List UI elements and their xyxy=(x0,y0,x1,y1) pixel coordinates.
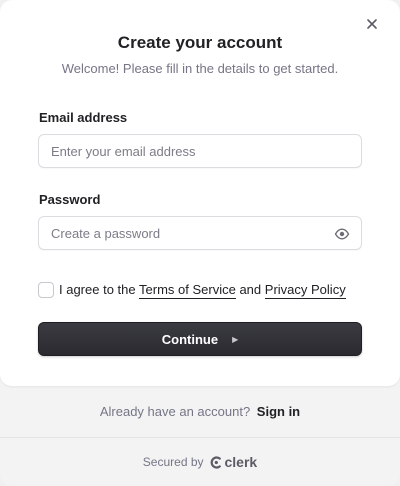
eye-icon-glyph xyxy=(334,228,350,240)
privacy-policy-link[interactable]: Privacy Policy xyxy=(264,282,346,299)
signin-prompt-text: Already have an account? xyxy=(99,404,251,419)
signup-modal: Create your account Welcome! Please fill… xyxy=(0,0,400,486)
email-field[interactable] xyxy=(38,134,362,168)
terms-checkbox[interactable] xyxy=(38,282,54,298)
password-field[interactable] xyxy=(38,216,362,250)
terms-joiner: and xyxy=(239,282,262,297)
terms-prefix: I agree to the xyxy=(59,282,136,297)
password-label: Password xyxy=(39,192,101,207)
terms-of-service-link[interactable]: Terms of Service xyxy=(139,282,236,299)
secured-by-text: Secured by xyxy=(142,455,204,469)
clerk-wordmark: clerk xyxy=(224,454,258,470)
terms-agreement: I agree to the Terms of Service and Priv… xyxy=(59,282,346,299)
close-icon[interactable] xyxy=(364,18,380,34)
page-title: Create your account xyxy=(117,33,283,52)
clerk-logo-icon xyxy=(210,455,221,469)
clerk-logo[interactable]: clerk xyxy=(210,454,258,470)
signup-card: Create your account Welcome! Please fill… xyxy=(0,0,400,386)
continue-button[interactable]: Continue ▶ xyxy=(38,322,362,356)
continue-label: Continue xyxy=(161,331,219,347)
email-label: Email address xyxy=(39,110,128,125)
page-subtitle: Welcome! Please fill in the details to g… xyxy=(61,61,339,76)
signin-prompt: Already have an account? Sign in xyxy=(0,404,400,419)
footer-divider xyxy=(0,437,400,438)
sign-in-link[interactable]: Sign in xyxy=(257,404,300,419)
caret-right-icon: ▶ xyxy=(232,334,239,344)
close-icon-glyph xyxy=(367,19,377,29)
secured-by: Secured by clerk xyxy=(0,454,400,470)
eye-icon[interactable] xyxy=(334,226,350,242)
